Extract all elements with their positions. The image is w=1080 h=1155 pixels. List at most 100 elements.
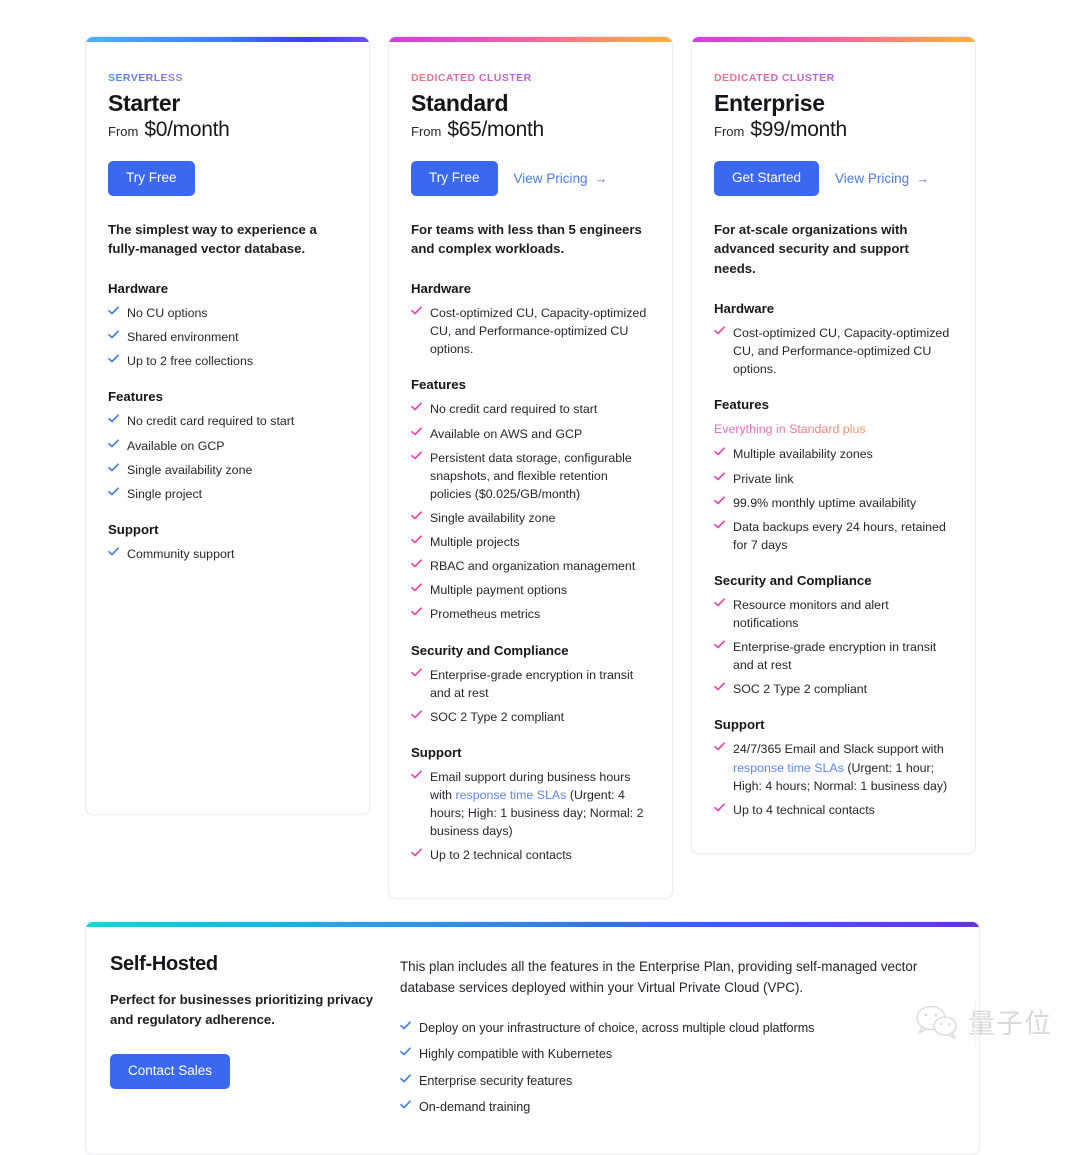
price-value: $0/month — [144, 117, 230, 141]
feature-text: No credit card required to start — [430, 402, 598, 417]
check-icon — [108, 487, 119, 500]
feature-item: Enterprise-grade encryption in transit a… — [714, 638, 953, 674]
view-pricing-link[interactable]: View Pricing → — [835, 171, 929, 186]
feature-item: Email support during business hours with… — [411, 768, 650, 840]
feature-text: RBAC and organization management — [430, 559, 636, 574]
feature-list: Cost-optimized CU, Capacity-optimized CU… — [411, 304, 650, 358]
plan-price-row: From $99/month — [714, 118, 953, 142]
check-icon — [411, 535, 422, 548]
plan-eyebrow: DEDICATED CLUSTER — [714, 72, 835, 84]
feature-item: 99.9% monthly uptime availability — [714, 494, 953, 512]
plan-description: For at-scale organizations with advanced… — [714, 221, 909, 277]
feature-item: Single availability zone — [108, 461, 347, 479]
feature-text: Enterprise security features — [419, 1073, 573, 1088]
feature-list: Community support — [108, 545, 347, 563]
feature-list: Multiple availability zones Private link 9… — [714, 445, 953, 554]
plan-eyebrow: SERVERLESS — [108, 72, 183, 84]
response-time-slas-link[interactable]: response time SLAs — [455, 788, 566, 802]
plan-description: The simplest way to experience a fully-m… — [108, 221, 317, 257]
feature-list: 24/7/365 Email and Slack support with re… — [714, 740, 953, 818]
feature-item: Cost-optimized CU, Capacity-optimized CU… — [411, 304, 650, 358]
arrow-right-icon: → — [594, 170, 608, 186]
feature-text: Single project — [127, 486, 203, 501]
check-icon — [108, 439, 119, 452]
feature-item: Available on AWS and GCP — [411, 425, 650, 443]
self-hosted-paragraph: This plan includes all the features in t… — [400, 959, 918, 996]
feature-list: Cost-optimized CU, Capacity-optimized CU… — [714, 324, 953, 378]
self-hosted-left-column: Self-Hosted Perfect for businesses prior… — [110, 953, 378, 1124]
feature-text: Up to 2 technical contacts — [430, 848, 572, 863]
plan-primary-cta-button[interactable]: Try Free — [411, 160, 498, 196]
price-value: $65/month — [447, 117, 544, 141]
section-title: Features — [411, 377, 466, 393]
check-icon — [108, 463, 119, 476]
feature-list: No credit card required to start Availabl… — [411, 400, 650, 623]
plan-card-enterprise: DEDICATED CLUSTER Enterprise From $99/month… — [691, 36, 976, 854]
feature-item: Data backups every 24 hours, retained fo… — [714, 518, 953, 554]
feature-text: Single availability zone — [430, 511, 556, 526]
section-title: Features — [108, 389, 163, 405]
feature-text: Community support — [127, 546, 235, 561]
plan-price-row: From $0/month — [108, 118, 347, 142]
check-icon — [714, 496, 725, 509]
feature-text: Multiple payment options — [430, 583, 568, 598]
plan-card-body: SERVERLESS Starter From $0/month Try Free The… — [86, 42, 369, 814]
plan-description: For teams with less than 5 engineers and… — [411, 221, 642, 257]
check-icon — [108, 354, 119, 367]
plan-primary-cta-button[interactable]: Try Free — [108, 160, 195, 196]
section-title: Support — [714, 717, 765, 733]
feature-text: Deploy on your infrastructure of choice,… — [419, 1020, 815, 1035]
check-icon — [411, 710, 422, 723]
contact-sales-button[interactable]: Contact Sales — [110, 1054, 231, 1089]
feature-list: Enterprise-grade encryption in transit a… — [411, 666, 650, 726]
feature-item: 24/7/365 Email and Slack support with re… — [714, 740, 953, 794]
plan-eyebrow: DEDICATED CLUSTER — [411, 72, 532, 84]
check-icon — [714, 598, 725, 611]
feature-list: Email support during business hours with… — [411, 768, 650, 865]
self-hosted-card: Self-Hosted Perfect for businesses prior… — [85, 921, 980, 1155]
feature-item: Cost-optimized CU, Capacity-optimized CU… — [714, 324, 953, 378]
self-hosted-feature-item: Deploy on your infrastructure of choice,… — [400, 1019, 955, 1037]
self-hosted-title: Self-Hosted — [110, 953, 218, 976]
check-icon — [108, 306, 119, 319]
check-icon — [411, 848, 422, 861]
plan-primary-cta-button[interactable]: Get Started — [714, 160, 820, 196]
feature-item: Community support — [108, 545, 347, 563]
feature-item: SOC 2 Type 2 compliant — [714, 680, 953, 698]
feature-item: Single availability zone — [411, 509, 650, 527]
feature-list: Resource monitors and alert notification… — [714, 596, 953, 699]
feature-text: Enterprise-grade encryption in transit a… — [430, 667, 634, 700]
response-time-slas-link[interactable]: response time SLAs — [733, 761, 844, 775]
feature-item: Prometheus metrics — [411, 605, 650, 623]
check-icon — [714, 520, 725, 533]
feature-text: Prometheus metrics — [430, 607, 541, 622]
view-pricing-label: View Pricing — [835, 170, 910, 186]
check-icon — [411, 770, 422, 783]
feature-text: Single availability zone — [127, 462, 253, 477]
plan-title: Starter — [108, 89, 181, 116]
feature-item: Up to 2 free collections — [108, 352, 347, 370]
feature-text: No credit card required to start — [127, 414, 295, 429]
check-icon — [411, 451, 422, 464]
check-icon — [714, 640, 725, 653]
plan-cta-row: Get Started View Pricing → — [714, 160, 953, 196]
plan-card-standard: DEDICATED CLUSTER Standard From $65/month Tr… — [388, 36, 673, 900]
check-icon — [400, 1047, 411, 1060]
plan-card-body: DEDICATED CLUSTER Enterprise From $99/month… — [692, 42, 975, 853]
feature-text: On-demand training — [419, 1100, 531, 1115]
feature-item: Multiple availability zones — [714, 445, 953, 463]
feature-item: Enterprise-grade encryption in transit a… — [411, 666, 650, 702]
feature-text: Available on AWS and GCP — [430, 426, 583, 441]
self-hosted-feature-item: On-demand training — [400, 1098, 955, 1116]
check-icon — [714, 803, 725, 816]
feature-item: Resource monitors and alert notification… — [714, 596, 953, 632]
check-icon — [411, 668, 422, 681]
feature-text: SOC 2 Type 2 compliant — [430, 709, 565, 724]
self-hosted-subtitle: Perfect for businesses prioritizing priv… — [110, 992, 374, 1028]
check-icon — [411, 583, 422, 596]
feature-text: Multiple projects — [430, 535, 520, 550]
check-icon — [400, 1100, 411, 1113]
view-pricing-link[interactable]: View Pricing → — [514, 171, 608, 186]
plan-price-row: From $65/month — [411, 118, 650, 142]
section-title: Support — [108, 521, 159, 537]
